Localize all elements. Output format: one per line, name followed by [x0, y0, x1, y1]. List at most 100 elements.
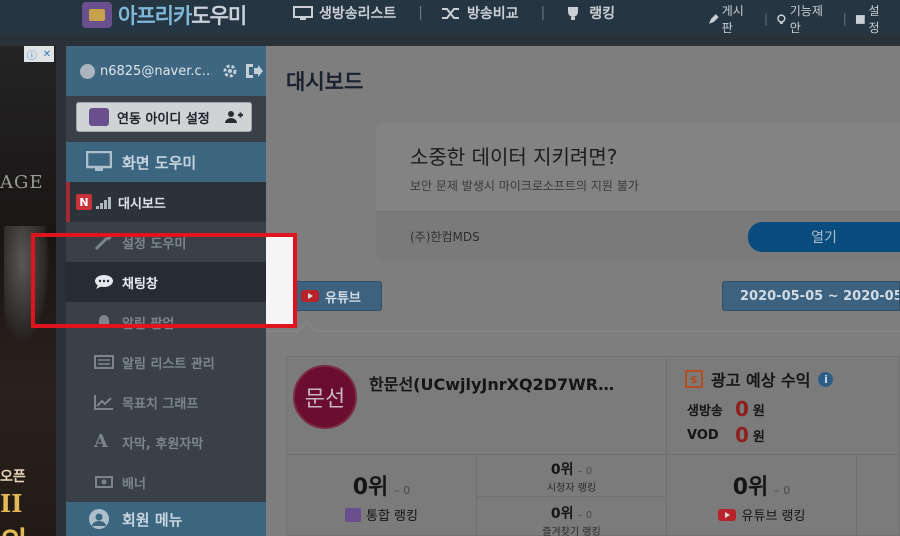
- divider: [266, 331, 900, 332]
- tv-icon: [345, 507, 361, 522]
- youtube-tab-label: 유튜브: [325, 290, 361, 306]
- link-account-button[interactable]: 연동 아이디 설정: [76, 102, 252, 132]
- viewer-rank: 0위 – 0 시청자 랭킹: [477, 459, 666, 497]
- total-rank-value: 0위 – 0: [287, 469, 476, 501]
- viewer-rank-number: 0위: [550, 462, 574, 478]
- highlight-box: [31, 233, 297, 328]
- list-icon: [94, 355, 114, 369]
- favorite-rank-delta: – 0: [577, 510, 593, 521]
- main-nav: 생방송리스트 | 방송비교 | 랭킹: [293, 0, 637, 26]
- top-navigation-bar: 아프리카도우미 생방송리스트 | 방송비교 | 랭킹 게시판 | 기능제안 |: [0, 0, 900, 36]
- group-member-menu[interactable]: 회원 메뉴: [66, 502, 266, 536]
- viewer-rank-value: 0위 – 0: [477, 459, 666, 479]
- user-panel: n6825@naver.c…: [66, 46, 266, 96]
- logo-text-primary: 아프리카: [118, 4, 192, 28]
- sidebar-item-label: 자막, 후원자막: [122, 436, 204, 452]
- channel-avatar[interactable]: 문선: [293, 365, 357, 429]
- nav-ranking[interactable]: 랭킹: [563, 3, 615, 23]
- nav-compare[interactable]: 방송비교: [441, 3, 519, 23]
- nav-divider: |: [418, 5, 423, 21]
- youtube-rank-value: 0위 – 0: [667, 469, 856, 501]
- sidebar-item-alert-list[interactable]: 알림 리스트 관리: [66, 342, 266, 382]
- settings-link[interactable]: 설정: [855, 2, 890, 36]
- settings-link-label: 설정: [868, 4, 880, 35]
- youtube-rank-number: 0위: [732, 475, 769, 500]
- money-icon: [95, 476, 113, 488]
- sub-rank-cell: 0위 – 0 시청자 랭킹 0위 – 0 즐겨찾기 랭킹: [477, 455, 667, 536]
- logout-icon[interactable]: [244, 62, 264, 80]
- youtube-rank-label-text: 유튜브 랭킹: [741, 509, 806, 524]
- sidebar-item-label: 목표치 그래프: [122, 396, 199, 412]
- shuffle-icon: [442, 7, 459, 19]
- youtube-rank-cell: 0위 – 0 유튜브 랭킹: [667, 455, 857, 536]
- sidebar-item-dashboard[interactable]: N 대시보드: [66, 182, 266, 222]
- channel-info: 문선 한문선(UCwjlyJnrXQ2D7WR…: [287, 357, 667, 455]
- nav-live-list[interactable]: 생방송리스트: [293, 3, 396, 23]
- top-right-links: 게시판 | 기능제안 | 설정: [708, 2, 900, 36]
- revenue-live-label: 생방송: [687, 403, 723, 419]
- monitor-icon: [293, 5, 313, 20]
- promo-company: (주)한컴MDS: [410, 230, 480, 244]
- link-divider: |: [763, 12, 769, 26]
- main-content: 대시보드 소중한 데이터 지키려면? 보안 문제 발생시 마이크로소프트의 지원…: [266, 46, 900, 536]
- ad-text-line-2: II: [0, 489, 23, 518]
- ad-info-icon: ⓘ: [26, 50, 37, 62]
- ad-title-text: AGE: [0, 172, 44, 193]
- favorite-rank-label: 즐겨찾기 랭킹: [542, 527, 601, 536]
- user-icon: [80, 63, 95, 79]
- ad-close-icon: ✕: [42, 48, 52, 60]
- revenue-live-value: 0: [735, 397, 749, 421]
- line-chart-icon: [94, 395, 113, 410]
- total-rank-delta: – 0: [394, 484, 411, 497]
- font-icon: A: [94, 431, 108, 452]
- total-rank-label: 통합 랭킹: [287, 505, 476, 524]
- pencil-icon: [708, 13, 719, 24]
- promo-ad-card[interactable]: 소중한 데이터 지키려면? 보안 문제 발생시 마이크로소프트의 지원 불가 (…: [376, 123, 900, 261]
- ad-revenue-title-text: 광고 예상 수익: [711, 371, 811, 390]
- tv-icon: [89, 108, 109, 126]
- nav-live-list-label: 생방송리스트: [319, 6, 397, 22]
- link-account-label: 연동 아이디 설정: [117, 111, 210, 127]
- total-rank-label-text: 통합 랭킹: [366, 509, 418, 524]
- page-title: 대시보드: [286, 70, 364, 94]
- info-icon[interactable]: i: [818, 371, 834, 387]
- group-screen-helper[interactable]: 화면 도우미: [66, 142, 266, 182]
- promo-headline: 소중한 데이터 지키려면?: [410, 145, 618, 169]
- youtube-tab-button[interactable]: 유튜브: [286, 281, 382, 311]
- youtube-rank-label: 유튜브 랭킹: [667, 505, 856, 524]
- revenue-vod-label: VOD: [687, 427, 719, 443]
- channel-name[interactable]: 한문선(UCwjlyJnrXQ2D7WR…: [369, 371, 619, 395]
- user-email: n6825@naver.c…: [100, 63, 212, 79]
- ad-choices-badge[interactable]: ⓘ ✕: [24, 46, 54, 62]
- ad-text-line-3: 의: [0, 518, 28, 536]
- suggest-link[interactable]: 기능제안: [776, 2, 833, 36]
- nav-compare-label: 방송비교: [467, 6, 519, 22]
- signal-bars-icon: [96, 195, 112, 209]
- revenue-vod-value: 0: [735, 423, 749, 447]
- sidebar-item-label: 알림 리스트 관리: [122, 356, 215, 372]
- book-icon: [855, 14, 865, 24]
- lightbulb-icon: [777, 13, 786, 24]
- suggest-link-label: 기능제안: [789, 4, 823, 35]
- nav-ranking-label: 랭킹: [589, 6, 616, 22]
- gear-icon[interactable]: [222, 63, 238, 79]
- board-link[interactable]: 게시판: [708, 2, 754, 36]
- new-badge: N: [76, 194, 92, 210]
- revenue-vod-row: VOD 0 원: [687, 423, 765, 447]
- revenue-unit: 원: [752, 403, 765, 419]
- trophy-icon: [568, 6, 579, 20]
- sidebar-item-banner[interactable]: 배너: [66, 462, 266, 502]
- site-logo[interactable]: 아프리카도우미: [82, 0, 247, 30]
- viewer-rank-label: 시청자 랭킹: [546, 483, 597, 494]
- group-screen-helper-label: 화면 도우미: [122, 153, 197, 172]
- user-circle-icon: [89, 509, 109, 529]
- sidebar-item-subtitles[interactable]: A 자막, 후원자막: [66, 422, 266, 462]
- favorite-rank-value: 0위 – 0: [477, 503, 666, 523]
- total-rank-number: 0위: [352, 475, 389, 500]
- open-button[interactable]: 열기: [748, 222, 900, 252]
- date-range-button[interactable]: 2020-05-05 ~ 2020-05: [722, 281, 900, 311]
- channel-stats-panel: 문선 한문선(UCwjlyJnrXQ2D7WR… $ 광고 예상 수익 i 생방…: [286, 356, 900, 536]
- ad-text-line-1: 오픈: [0, 469, 26, 485]
- sidebar-item-goal-graph[interactable]: 목표치 그래프: [66, 382, 266, 422]
- sidebar-item-label: 대시보드: [118, 196, 166, 212]
